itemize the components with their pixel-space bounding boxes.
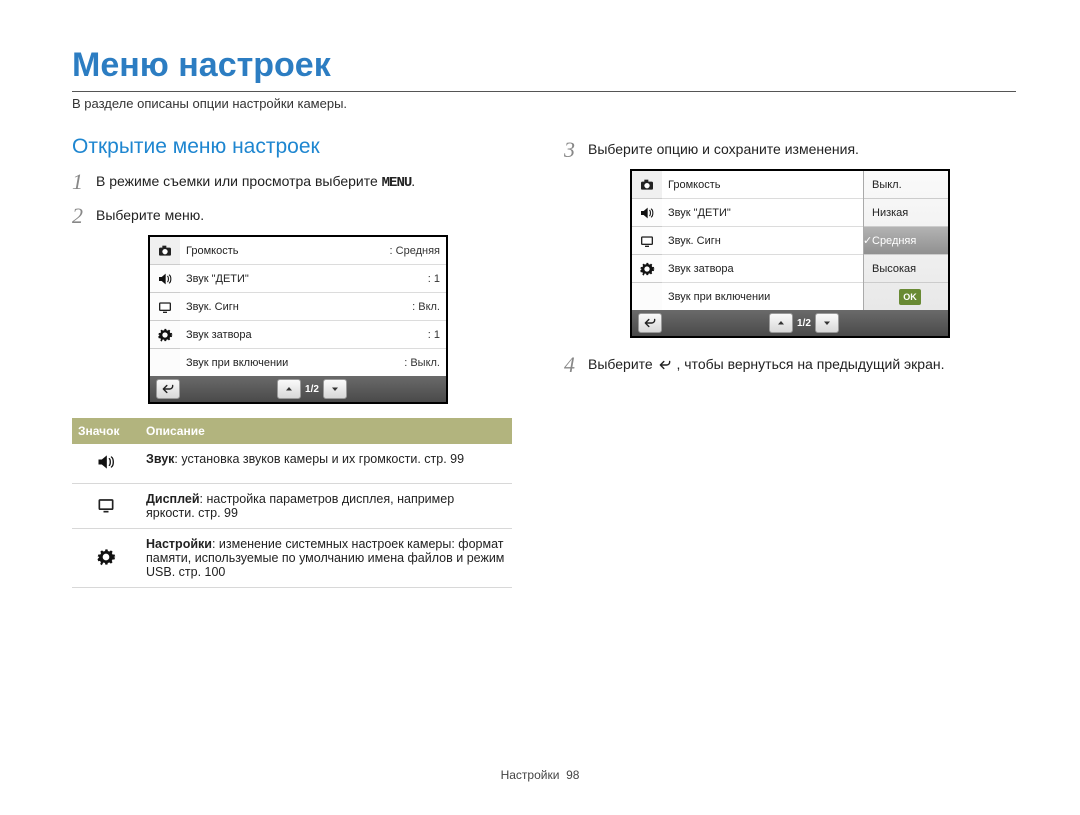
page-up-button[interactable] [769, 313, 793, 333]
page-down-button[interactable] [323, 379, 347, 399]
tab-settings[interactable] [632, 255, 662, 283]
tab-sound[interactable] [632, 199, 662, 227]
check-icon: ✓ [863, 234, 872, 247]
th-description: Описание [140, 418, 512, 444]
step-number: 2 [72, 203, 96, 229]
speaker-icon [639, 205, 655, 221]
page-down-button[interactable] [815, 313, 839, 333]
speaker-icon [96, 452, 116, 472]
step-3: 3 Выберите опцию и сохраните изменения. [564, 137, 1016, 163]
icon-description-table: Значок Описание Звук: установка звуков к… [72, 418, 512, 588]
tab-camera[interactable] [150, 237, 180, 265]
th-icon: Значок [72, 418, 140, 444]
table-row: Настройки: изменение системных настроек … [72, 529, 512, 588]
popup-option[interactable]: Выкл. [864, 171, 948, 199]
list-item[interactable]: Звук при включении: Выкл. [180, 349, 446, 376]
page-indicator: 1/2 [301, 384, 323, 395]
chevron-up-icon [775, 317, 787, 329]
list-item[interactable]: Звук при включении [662, 283, 863, 310]
popup-ok[interactable]: OK [864, 283, 948, 310]
popup-option[interactable]: Высокая [864, 255, 948, 283]
tab-blank [150, 349, 180, 376]
chevron-down-icon [821, 317, 833, 329]
table-row: Дисплей: настройка параметров дисплея, н… [72, 484, 512, 529]
back-icon [643, 316, 657, 330]
camera-screen-popup: Громкость Звук "ДЕТИ" Звук. Сигн Звук за… [630, 169, 950, 338]
page-indicator: 1/2 [793, 318, 815, 329]
tab-display[interactable] [632, 227, 662, 255]
tab-camera[interactable] [632, 171, 662, 199]
step-2: 2 Выберите меню. [72, 203, 524, 229]
page-up-button[interactable] [277, 379, 301, 399]
camera-icon [639, 177, 655, 193]
section-title: Открытие меню настроек [72, 135, 524, 159]
camera-screen-menu: Громкость: Средняя Звук "ДЕТИ": 1 Звук. … [148, 235, 448, 404]
list-item[interactable]: Звук затвора: 1 [180, 321, 446, 349]
camera-icon [157, 243, 173, 259]
list-item[interactable]: Звук. Сигн: Вкл. [180, 293, 446, 321]
tab-display[interactable] [150, 293, 180, 321]
back-icon [161, 382, 175, 396]
gear-icon [157, 327, 173, 343]
display-icon [639, 233, 655, 249]
popup-option-selected[interactable]: ✓Средняя [864, 227, 948, 255]
list-item[interactable]: Звук "ДЕТИ": 1 [180, 265, 446, 293]
gear-icon [96, 547, 116, 567]
option-popup: Выкл. Низкая ✓Средняя Высокая OK [863, 171, 948, 310]
ok-badge: OK [899, 289, 921, 305]
popup-option[interactable]: Низкая [864, 199, 948, 227]
step-number: 1 [72, 169, 96, 195]
step-number: 4 [564, 352, 588, 378]
list-item[interactable]: Громкость: Средняя [180, 237, 446, 265]
list-item[interactable]: Звук затвора [662, 255, 863, 283]
display-icon [157, 299, 173, 315]
gear-icon [639, 261, 655, 277]
tab-settings[interactable] [150, 321, 180, 349]
back-button[interactable] [156, 379, 180, 399]
tab-sound[interactable] [150, 265, 180, 293]
step-4: 4 Выберите , чтобы вернуться на предыдущ… [564, 352, 1016, 378]
divider [72, 91, 1016, 92]
page-subtitle: В разделе описаны опции настройки камеры… [72, 96, 1016, 111]
step-text: В режиме съемки или просмотра выберите [96, 173, 382, 189]
menu-glyph: MENU [382, 175, 412, 191]
list-item[interactable]: Громкость [662, 171, 863, 199]
speaker-icon [157, 271, 173, 287]
display-icon [96, 495, 116, 515]
page-footer: Настройки 98 [0, 768, 1080, 782]
list-item[interactable]: Звук "ДЕТИ" [662, 199, 863, 227]
table-row: Звук: установка звуков камеры и их громк… [72, 444, 512, 484]
back-icon [657, 358, 673, 372]
chevron-up-icon [283, 383, 295, 395]
step-1: 1 В режиме съемки или просмотра выберите… [72, 169, 524, 195]
step-text: Выберите опцию и сохраните изменения. [588, 137, 859, 157]
tab-blank [632, 283, 662, 310]
list-item[interactable]: Звук. Сигн [662, 227, 863, 255]
step-text: Выберите меню. [96, 203, 204, 223]
step-text: Выберите [588, 356, 657, 372]
chevron-down-icon [329, 383, 341, 395]
step-number: 3 [564, 137, 588, 163]
back-button[interactable] [638, 313, 662, 333]
page-title: Меню настроек [72, 46, 1016, 85]
